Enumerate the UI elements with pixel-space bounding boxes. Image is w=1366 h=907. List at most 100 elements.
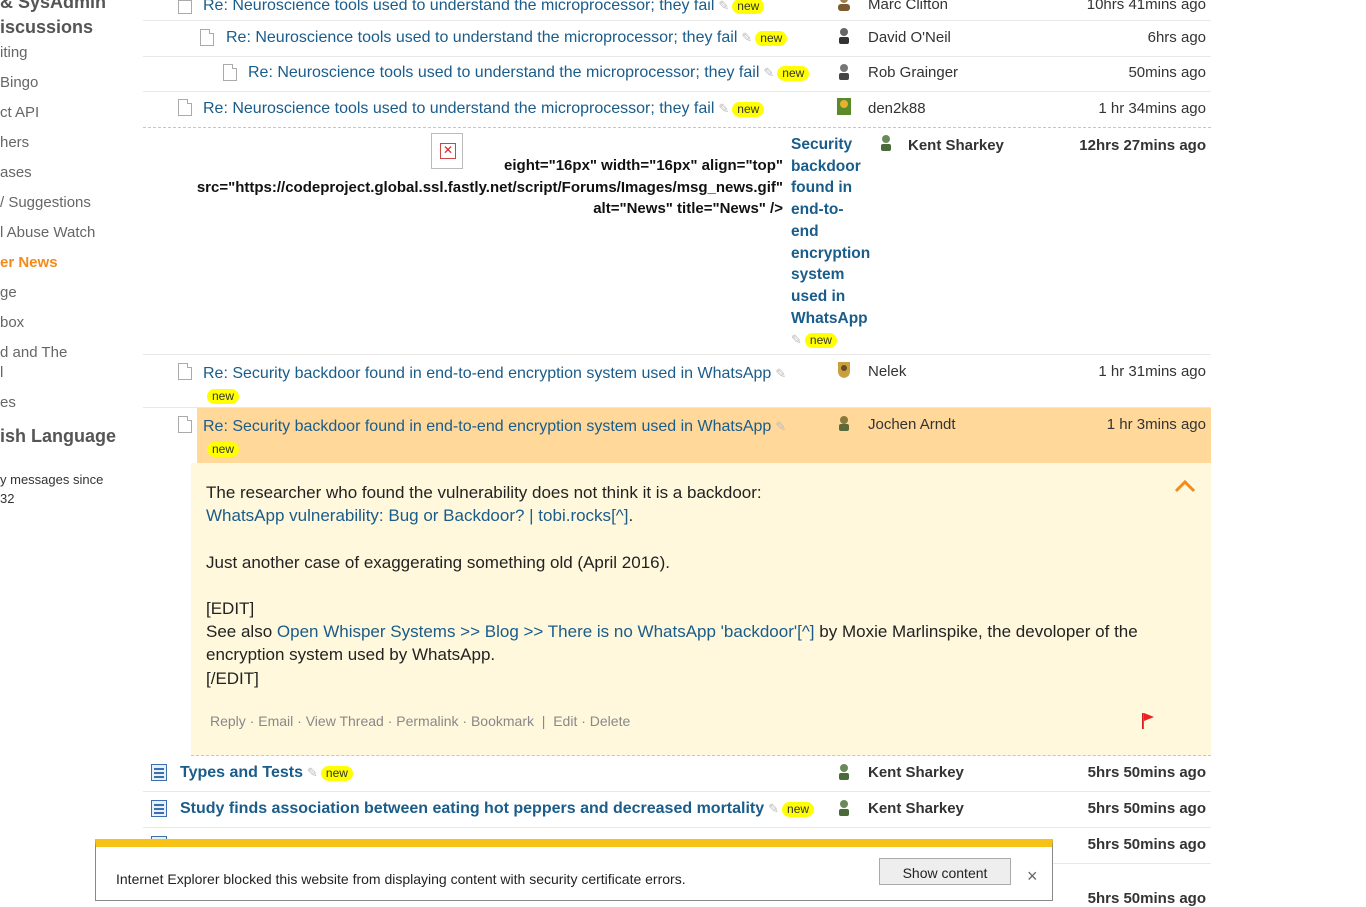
- sidebar-item[interactable]: d and The: [0, 344, 67, 361]
- row-checkbox[interactable]: [178, 0, 192, 14]
- close-icon[interactable]: ×: [1027, 867, 1038, 885]
- new-badge: new: [777, 66, 810, 81]
- view-thread-link[interactable]: View Thread: [306, 713, 384, 729]
- message-link[interactable]: Open Whisper Systems >> Blog >> There is…: [277, 622, 797, 641]
- collapse-chevron-icon[interactable]: [1174, 479, 1196, 493]
- sidebar-item[interactable]: box: [0, 314, 24, 331]
- sidebar-item[interactable]: & SysAdmin: [0, 0, 106, 13]
- table-row[interactable]: Types and Tests ✎ new Kent Sharkey 5hrs 50…: [143, 756, 1211, 792]
- post-time: 1 hr 34mins ago: [1098, 100, 1206, 117]
- sidebar-heading[interactable]: ish Language: [0, 426, 116, 447]
- sidebar-item[interactable]: l Abuse Watch: [0, 224, 95, 241]
- message-subject-link[interactable]: Re: Neuroscience tools used to understan…: [203, 100, 765, 118]
- subject-line[interactable]: found in: [791, 177, 881, 199]
- subject-line[interactable]: WhatsApp: [791, 308, 881, 330]
- new-badge: new: [804, 333, 837, 349]
- sidebar-item[interactable]: iting: [0, 44, 28, 61]
- new-badge: new: [207, 442, 240, 457]
- table-row[interactable]: Re: Security backdoor found in end-to-en…: [143, 355, 1211, 408]
- post-time: 10hrs 41mins ago: [1086, 0, 1206, 13]
- avatar: [839, 64, 849, 80]
- author-name[interactable]: David O'Neil: [868, 29, 951, 46]
- message-subject-link[interactable]: Re: Security backdoor found in end-to-en…: [203, 363, 823, 407]
- subject-line[interactable]: end-to-: [791, 199, 881, 221]
- author-name[interactable]: Kent Sharkey: [868, 764, 964, 781]
- permalink-link[interactable]: Permalink: [396, 713, 458, 729]
- author-name[interactable]: den2k88: [868, 100, 926, 117]
- news-icon: [151, 800, 167, 817]
- sidebar-item[interactable]: ases: [0, 164, 32, 181]
- bookmark-link[interactable]: Bookmark: [471, 713, 534, 729]
- table-row-news-post[interactable]: ✕ eight="16px" width="16px" align="top" …: [143, 128, 1211, 355]
- sidebar-item[interactable]: hers: [0, 134, 29, 151]
- subject-text[interactable]: Re: Neuroscience tools used to understan…: [203, 0, 714, 14]
- subject-line[interactable]: used in: [791, 286, 881, 308]
- sidebar-item[interactable]: ge: [0, 284, 17, 301]
- avatar: [838, 0, 850, 11]
- raw-html-line: eight="16px" width="16px" align="top": [504, 157, 783, 174]
- sidebar-item-active[interactable]: er News: [0, 254, 58, 271]
- sidebar-item[interactable]: iscussions: [0, 17, 93, 38]
- new-badge: new: [732, 0, 765, 14]
- avatar: [881, 135, 891, 151]
- sidebar-item[interactable]: ct API: [0, 104, 39, 121]
- message-thread: Re: Neuroscience tools used to understan…: [143, 0, 1211, 907]
- message-subject-link[interactable]: Re: Neuroscience tools used to understan…: [226, 29, 788, 47]
- author-name[interactable]: Rob Grainger: [868, 64, 958, 81]
- subject-text[interactable]: Study finds association between eating h…: [180, 800, 764, 817]
- author-name[interactable]: Kent Sharkey: [908, 137, 1004, 154]
- message-link[interactable]: WhatsApp vulnerability: Bug or Backdoor?…: [206, 506, 611, 525]
- subject-line[interactable]: encryption: [791, 243, 881, 265]
- sidebar-item[interactable]: / Suggestions: [0, 194, 91, 211]
- news-subject-link[interactable]: Types and Tests ✎ new: [180, 764, 353, 782]
- delete-link[interactable]: Delete: [590, 713, 630, 729]
- table-row[interactable]: Re: Neuroscience tools used to understan…: [143, 21, 1211, 57]
- table-row[interactable]: Re: Neuroscience tools used to understan…: [143, 57, 1211, 92]
- external-link-icon[interactable]: [^]: [611, 506, 628, 525]
- pin-icon: ✎: [775, 366, 787, 381]
- author-name[interactable]: Marc Clifton: [868, 0, 948, 13]
- subject-line[interactable]: end: [791, 221, 881, 243]
- message-line: See also: [206, 622, 277, 642]
- news-subject-link[interactable]: Security backdoor found in end-to- end e…: [791, 134, 881, 351]
- sidebar-item[interactable]: Bingo: [0, 74, 38, 91]
- subject-text[interactable]: Types and Tests: [180, 764, 303, 781]
- subject-text[interactable]: Re: Security backdoor found in end-to-en…: [203, 365, 771, 382]
- show-content-button[interactable]: Show content: [879, 858, 1011, 885]
- message-subject-link[interactable]: Re: Neuroscience tools used to understan…: [203, 0, 765, 15]
- avatar: [839, 764, 849, 780]
- pin-icon: ✎: [775, 419, 787, 434]
- email-link[interactable]: Email: [258, 713, 293, 729]
- message-subject-link[interactable]: Re: Security backdoor found in end-to-en…: [203, 416, 823, 460]
- message-subject-link[interactable]: Re: Neuroscience tools used to understan…: [248, 64, 810, 82]
- subject-text[interactable]: Re: Neuroscience tools used to understan…: [226, 29, 737, 46]
- message-line: .: [628, 506, 634, 526]
- new-badge: new: [207, 389, 240, 404]
- message-line: The researcher who found the vulnerabili…: [206, 483, 762, 502]
- post-time: 5hrs 50mins ago: [1087, 890, 1206, 907]
- edit-link[interactable]: Edit: [553, 713, 577, 729]
- author-name[interactable]: Nelek: [868, 363, 906, 380]
- sidebar-item[interactable]: l: [0, 364, 3, 381]
- subject-text[interactable]: Re: Neuroscience tools used to understan…: [203, 100, 714, 117]
- report-flag-icon[interactable]: [1141, 712, 1155, 730]
- subject-text[interactable]: Re: Security backdoor found in end-to-en…: [203, 418, 771, 435]
- author-name[interactable]: Kent Sharkey: [868, 800, 964, 817]
- sidebar-item[interactable]: es: [0, 394, 16, 411]
- news-subject-link[interactable]: Study finds association between eating h…: [180, 800, 815, 818]
- subject-text[interactable]: Re: Neuroscience tools used to understan…: [248, 64, 759, 81]
- raw-html-line: src="https://codeproject.global.ssl.fast…: [196, 178, 783, 196]
- subject-line[interactable]: Security: [791, 134, 881, 156]
- pin-icon: ✎: [763, 65, 775, 80]
- author-name[interactable]: Jochen Arndt: [868, 416, 956, 433]
- document-icon: [200, 29, 214, 46]
- table-row[interactable]: Re: Neuroscience tools used to understan…: [143, 0, 1211, 21]
- reply-link[interactable]: Reply: [210, 713, 246, 729]
- message-line: [/EDIT]: [206, 668, 259, 688]
- table-row[interactable]: Study finds association between eating h…: [143, 792, 1211, 828]
- table-row-selected[interactable]: Re: Security backdoor found in end-to-en…: [143, 408, 1211, 463]
- subject-line[interactable]: system: [791, 264, 881, 286]
- subject-line[interactable]: backdoor: [791, 156, 881, 178]
- external-link-icon[interactable]: [^]: [797, 622, 814, 641]
- table-row[interactable]: Re: Neuroscience tools used to understan…: [143, 92, 1211, 128]
